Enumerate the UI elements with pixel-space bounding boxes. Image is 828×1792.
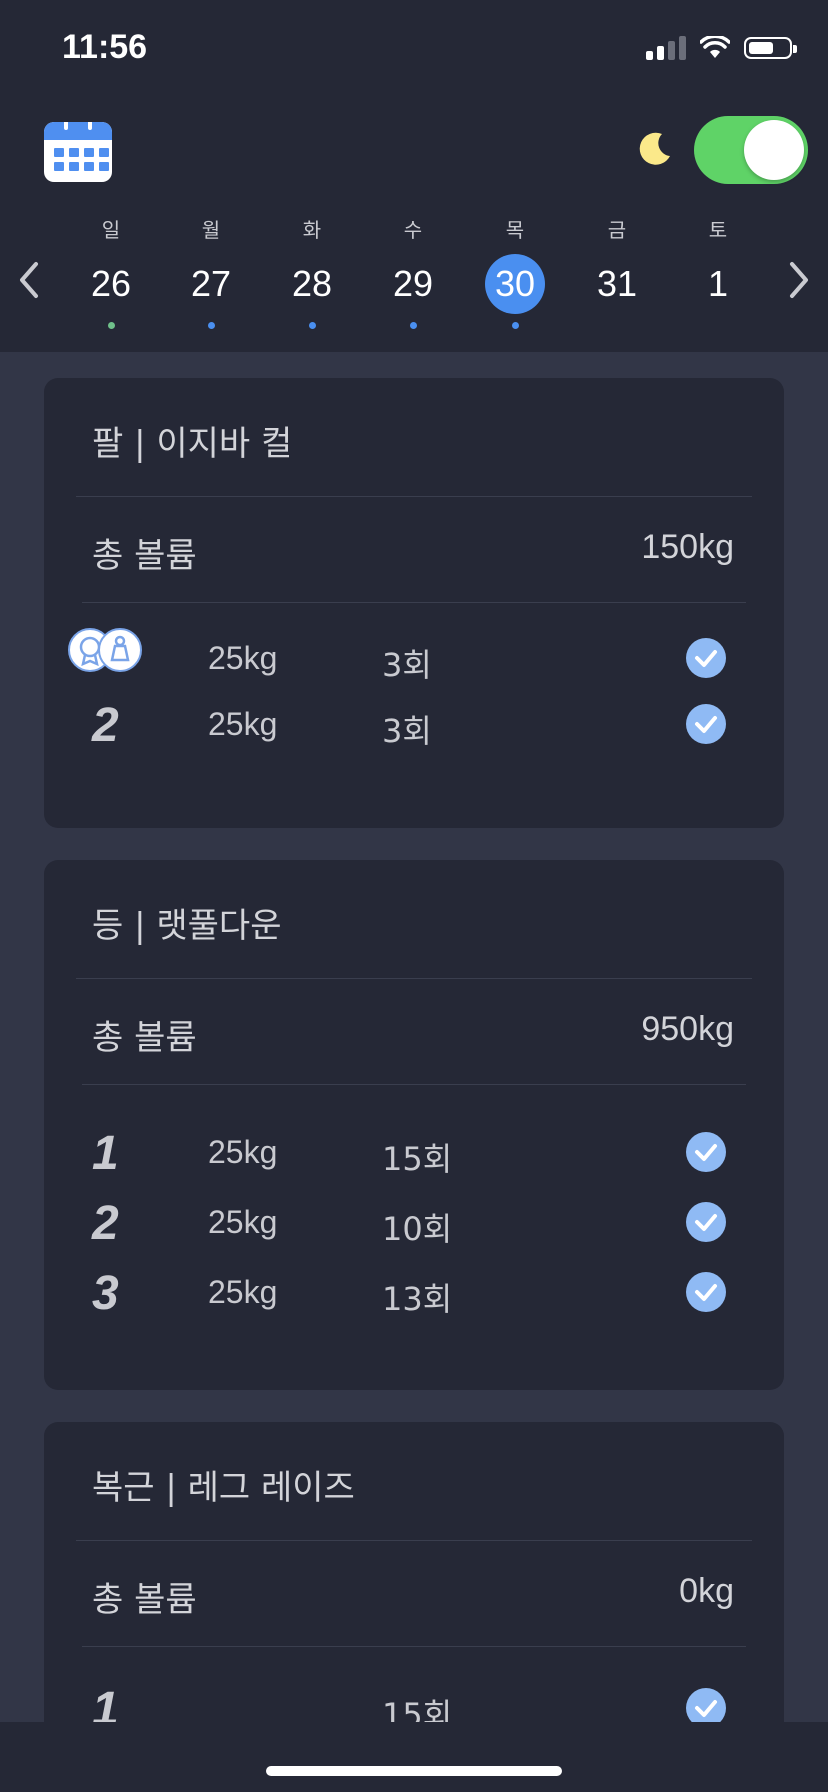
weight-icon <box>98 628 142 672</box>
checkmark-icon <box>695 716 717 733</box>
total-volume-value: 0kg <box>679 1572 734 1610</box>
activity-dot <box>308 322 316 329</box>
divider <box>76 496 752 497</box>
total-volume-label: 총 볼륨 <box>92 1018 197 1058</box>
day-of-week: 목 <box>505 218 525 242</box>
set-number: 2 <box>92 699 119 752</box>
set-reps: 13회 <box>382 1280 453 1318</box>
bottom-bar <box>0 1722 828 1792</box>
set-row: 25kg 3회 <box>44 628 784 688</box>
total-volume-value: 150kg <box>641 528 734 566</box>
day-of-week: 금 <box>607 218 627 242</box>
day-1[interactable]: 월 27 <box>176 214 246 329</box>
day-of-week: 화 <box>302 218 322 242</box>
activity-dot <box>207 322 215 329</box>
divider <box>82 1646 746 1647</box>
checkmark-icon <box>695 1144 717 1161</box>
day-of-week: 수 <box>403 218 423 242</box>
day-number: 28 <box>291 263 333 304</box>
signal-icon <box>646 36 686 60</box>
set-number: 1 <box>92 1127 119 1180</box>
set-number: 3 <box>92 1267 119 1320</box>
activity-dot <box>715 322 722 329</box>
workout-card[interactable]: 복근 | 레그 레이즈 총 볼륨 0kg 1 15회 <box>44 1422 784 1752</box>
set-reps: 3회 <box>382 712 432 750</box>
set-number: 2 <box>92 1197 119 1250</box>
toggle-knob <box>744 120 804 180</box>
day-5[interactable]: 금 31 <box>582 214 652 329</box>
set-reps: 10회 <box>382 1210 453 1248</box>
set-reps: 3회 <box>382 646 432 684</box>
day-3[interactable]: 수 29 <box>378 214 448 329</box>
day-number: 30 <box>485 254 545 314</box>
activity-dot <box>409 322 417 329</box>
set-done-check[interactable] <box>686 1202 726 1242</box>
total-volume-value: 950kg <box>641 1010 734 1048</box>
set-weight: 25kg <box>208 640 278 676</box>
calendar-button[interactable] <box>44 122 112 182</box>
total-volume-label: 총 볼륨 <box>92 1580 197 1620</box>
day-number: 29 <box>392 263 434 304</box>
exercise-title: 팔 | 이지바 컬 <box>92 424 293 464</box>
moon-icon <box>639 132 670 165</box>
calendar-icon <box>44 140 112 171</box>
workout-card[interactable]: 등 | 랫풀다운 총 볼륨 950kg 1 25kg 15회 2 25kg 10회 3 25kg 13… <box>44 860 784 1390</box>
divider <box>76 978 752 979</box>
day-4[interactable]: 목 30 <box>480 214 550 329</box>
activity-dot <box>511 322 519 329</box>
day-number: 31 <box>596 263 638 304</box>
day-of-week: 월 <box>201 218 221 242</box>
status-time: 11:56 <box>62 28 148 66</box>
divider <box>82 602 746 603</box>
set-badges <box>68 628 148 678</box>
day-of-week: 일 <box>101 218 121 242</box>
week-strip: 일 26 월 27 화 28 수 29 목 30 금 31 토 1 <box>0 210 828 330</box>
set-done-check[interactable] <box>686 638 726 678</box>
activity-dot <box>614 322 621 329</box>
chevron-left-icon[interactable] <box>14 260 44 300</box>
day-of-week: 토 <box>708 218 728 242</box>
wifi-icon <box>700 36 730 58</box>
day-0[interactable]: 일 26 <box>76 214 146 329</box>
set-row: 1 25kg 15회 <box>44 1122 784 1182</box>
set-done-check[interactable] <box>686 704 726 744</box>
set-row: 3 25kg 13회 <box>44 1262 784 1322</box>
set-weight: 25kg <box>208 1274 278 1310</box>
chevron-right-icon[interactable] <box>784 260 814 300</box>
day-number: 27 <box>190 263 232 304</box>
set-weight: 25kg <box>208 1134 278 1170</box>
checkmark-icon <box>695 1284 717 1301</box>
dark-mode-toggle[interactable] <box>694 116 808 184</box>
workout-card[interactable]: 팔 | 이지바 컬총 볼륨 150kg 25kg 3회 2 25kg 3회 <box>44 378 784 828</box>
status-icons <box>646 36 797 60</box>
exercise-title: 등 | 랫풀다운 <box>92 906 282 946</box>
set-weight: 25kg <box>208 1204 278 1240</box>
day-2[interactable]: 화 28 <box>277 214 347 329</box>
set-row: 2 25kg 10회 <box>44 1192 784 1252</box>
battery-icon <box>744 37 797 59</box>
header: 11:56 일 26 월 27 화 28 수 29 목 30 금 31 토 1 <box>0 0 828 352</box>
set-reps: 15회 <box>382 1140 453 1178</box>
set-row: 2 25kg 3회 <box>44 694 784 754</box>
day-number: 26 <box>90 263 132 304</box>
day-number: 1 <box>707 263 729 304</box>
set-done-check[interactable] <box>686 1272 726 1312</box>
activity-dot <box>107 322 115 329</box>
total-volume-label: 총 볼륨 <box>92 536 197 576</box>
day-6[interactable]: 토1 <box>683 214 753 329</box>
exercise-title: 복근 | 레그 레이즈 <box>92 1468 355 1508</box>
set-done-check[interactable] <box>686 1132 726 1172</box>
divider <box>76 1540 752 1541</box>
home-indicator <box>266 1766 562 1776</box>
checkmark-icon <box>695 650 717 667</box>
divider <box>82 1084 746 1085</box>
set-weight: 25kg <box>208 706 278 742</box>
checkmark-icon <box>695 1214 717 1231</box>
